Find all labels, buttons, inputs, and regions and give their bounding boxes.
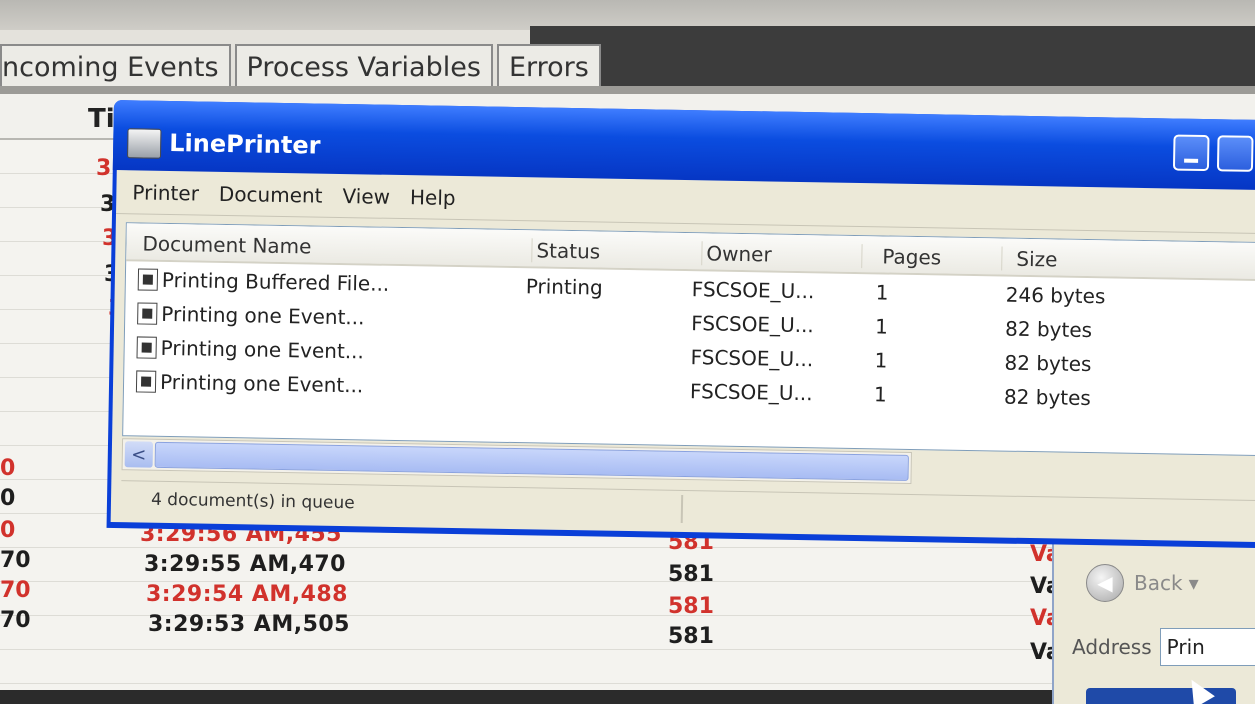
row-time: 3:29:55 AM,470 — [144, 552, 346, 577]
document-name-cell: Printing one Event... — [137, 301, 365, 329]
pages-cell: 1 — [874, 314, 889, 339]
minimize-icon — [1184, 158, 1199, 163]
lineprinter-window: LinePrinter Printer Document View Help D… — [106, 100, 1255, 549]
maximize-button[interactable] — [1216, 135, 1254, 172]
lineprinter-body: Printer Document View Help Document Name… — [110, 170, 1255, 543]
grid-edge-digit: 0 — [0, 518, 16, 543]
document-name: Printing one Event... — [159, 369, 364, 398]
pages-cell: 1 — [873, 382, 887, 407]
row-value: 581 — [668, 594, 714, 619]
back-arrow-icon: ◀ — [1086, 564, 1124, 602]
print-queue-list: Document Name Status Owner Pages Size Pr… — [122, 222, 1255, 457]
owner-cell: FSCSOE_U... — [690, 311, 814, 338]
queue-count-status: 4 document(s) in queue — [150, 489, 355, 514]
status-cell: Printing — [525, 274, 603, 300]
column-owner[interactable]: Owner — [706, 241, 863, 269]
size-cell: 82 bytes — [1003, 384, 1092, 411]
background-dark-bar — [530, 26, 1255, 88]
row-time: 3:29:54 AM,488 — [146, 582, 348, 607]
owner-cell: FSCSOE_U... — [689, 379, 813, 406]
row-value: 581 — [668, 624, 714, 649]
grid-peek-digit: 3 — [96, 156, 112, 181]
window-title: LinePrinter — [169, 128, 321, 160]
document-icon — [135, 370, 157, 393]
grid-edge-digit: 70 — [0, 548, 31, 573]
document-name-cell: Printing one Event... — [135, 369, 364, 398]
chevron-down-icon[interactable]: ▾ — [1189, 571, 1199, 595]
document-name: Printing Buffered File... — [161, 267, 390, 296]
menu-document[interactable]: Document — [219, 181, 323, 207]
row-time: 3:29:53 AM,505 — [148, 612, 350, 637]
column-status[interactable]: Status — [536, 238, 703, 266]
document-name: Printing one Event... — [161, 301, 365, 330]
grid-edge-digit: 70 — [0, 608, 31, 633]
tab-underline — [0, 86, 1255, 94]
address-bar: Address Prin — [1072, 628, 1255, 666]
status-bar: 4 document(s) in queue — [120, 480, 1255, 537]
grid-edge-digit: 0 — [0, 456, 16, 481]
row-value: 581 — [668, 562, 714, 587]
explorer-window: ◀ Back ▾ Address Prin — [1052, 528, 1255, 704]
minimize-button[interactable] — [1172, 134, 1210, 172]
tab-process-variables[interactable]: Process Variables — [234, 44, 493, 88]
size-cell: 82 bytes — [1004, 350, 1092, 377]
pages-cell: 1 — [874, 348, 888, 373]
back-label: Back — [1134, 571, 1183, 595]
document-icon — [136, 336, 157, 359]
grid-edge-digit: 70 — [0, 578, 31, 603]
address-label: Address — [1072, 635, 1152, 659]
grid-header-time-partial: Ti — [88, 104, 115, 134]
column-size[interactable]: Size — [1016, 247, 1255, 275]
scroll-left-icon[interactable]: < — [124, 441, 154, 468]
document-name-cell: Printing one Event... — [136, 335, 364, 363]
document-name: Printing one Event... — [160, 335, 365, 364]
owner-cell: FSCSOE_U... — [691, 277, 815, 304]
tab-incoming-events[interactable]: ncoming Events — [0, 44, 231, 88]
grid-edge-digit: 0 — [0, 486, 16, 511]
tab-errors[interactable]: Errors — [496, 44, 601, 88]
printer-icon — [126, 128, 162, 159]
back-button[interactable]: ◀ Back ▾ — [1086, 564, 1199, 602]
document-name-cell: Printing Buffered File... — [137, 267, 390, 296]
document-icon — [137, 302, 158, 325]
pages-cell: 1 — [875, 280, 889, 305]
menu-help[interactable]: Help — [410, 185, 456, 210]
address-input[interactable]: Prin — [1159, 628, 1255, 666]
document-icon — [137, 268, 159, 291]
status-bar-divider — [680, 494, 684, 523]
menu-view[interactable]: View — [342, 184, 390, 209]
menu-printer[interactable]: Printer — [132, 180, 199, 205]
column-document-name[interactable]: Document Name — [142, 231, 533, 263]
size-cell: 82 bytes — [1004, 316, 1093, 343]
owner-cell: FSCSOE_U... — [690, 345, 814, 372]
column-pages[interactable]: Pages — [882, 244, 1003, 271]
background-tab-bar: ncoming Events Process Variables Errors — [0, 40, 605, 88]
size-cell: 246 bytes — [1005, 282, 1106, 309]
